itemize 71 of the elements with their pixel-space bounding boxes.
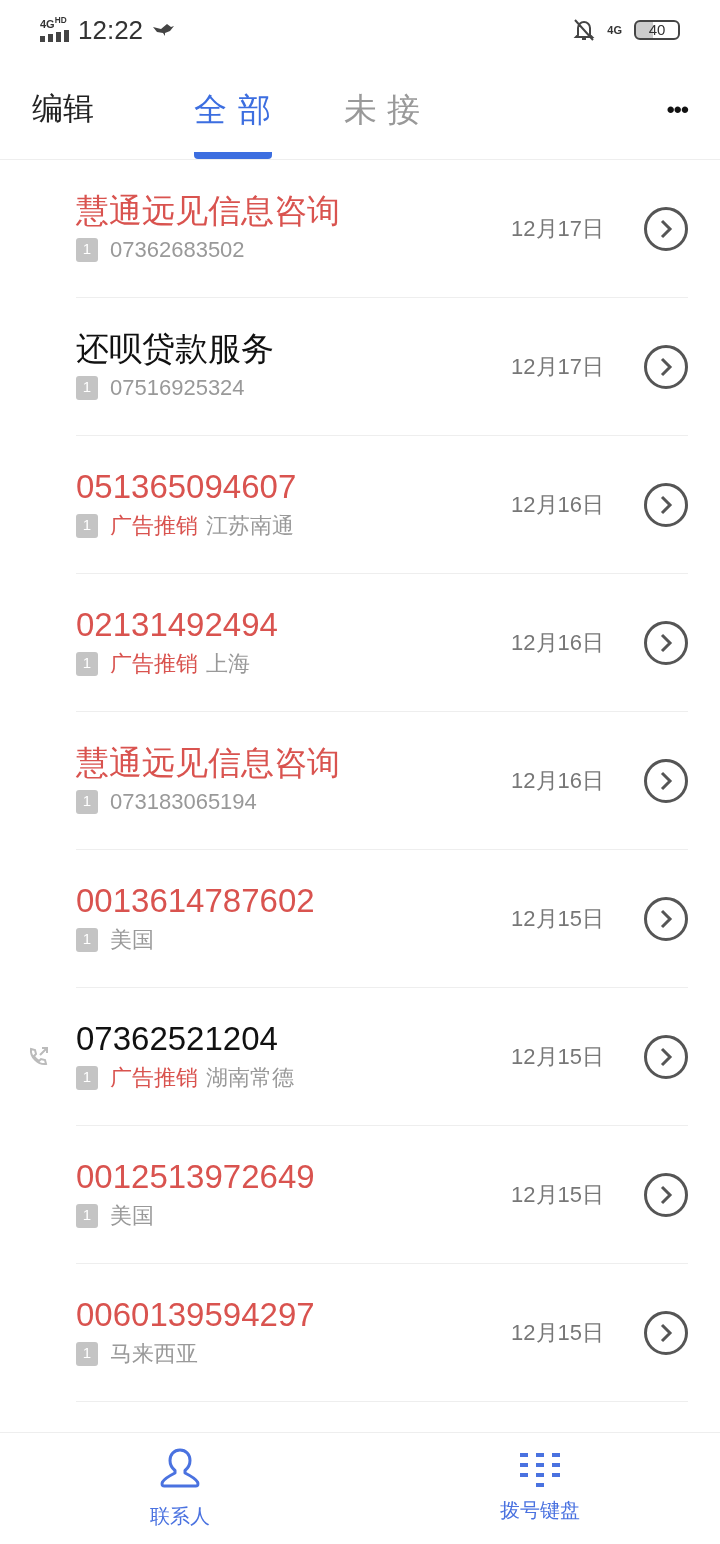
call-date: 12月17日 <box>511 215 604 243</box>
call-detail: 07362683502 <box>110 236 245 264</box>
bird-icon <box>151 23 176 37</box>
call-date: 12月15日 <box>511 1043 604 1071</box>
details-button[interactable] <box>644 758 688 803</box>
chevron-right-icon <box>659 632 673 653</box>
call-date: 12月16日 <box>511 629 604 657</box>
caller-name: 051365094607 <box>76 467 298 507</box>
caller-name: 慧通远见信息咨询 <box>76 743 341 783</box>
call-detail: 上海 <box>206 650 250 678</box>
sim-badge: 1 <box>76 927 98 952</box>
dialpad-icon <box>520 1452 560 1487</box>
spam-tag: 广告推销 <box>110 647 198 680</box>
network-label: 4G$^{HD}$ <box>40 18 67 30</box>
caller-name: 07362521204 <box>76 1019 279 1059</box>
call-date: 12月15日 <box>511 1319 604 1347</box>
call-detail: 江苏南通 <box>206 512 294 540</box>
tab[interactable]: 全 部 <box>194 60 272 159</box>
sim-badge: 1 <box>76 789 98 814</box>
call-date: 12月16日 <box>511 767 604 795</box>
chevron-right-icon <box>659 1322 673 1343</box>
sim-badge: 1 <box>76 651 98 676</box>
call-detail: 美国 <box>110 926 154 954</box>
chevron-right-icon <box>659 908 673 929</box>
details-button[interactable] <box>644 1172 688 1217</box>
details-button[interactable] <box>644 1034 688 1079</box>
caller-name: 0012513972649 <box>76 1157 316 1197</box>
call-detail: 073183065194 <box>110 788 257 816</box>
clock: 12:22 <box>78 13 144 47</box>
spam-tag: 广告推销 <box>110 1061 198 1094</box>
edit-button[interactable]: 编辑 <box>32 86 94 133</box>
sim-badge: 1 <box>76 1065 98 1090</box>
sim-badge: 1 <box>76 1341 98 1366</box>
chevron-right-icon <box>659 356 673 377</box>
chevron-right-icon <box>659 494 673 515</box>
call-date: 12月15日 <box>511 905 604 933</box>
caller-name: 0060139594297 <box>76 1295 316 1335</box>
call-detail: 美国 <box>110 1202 154 1230</box>
call-detail: 07516925324 <box>110 374 245 402</box>
chevron-right-icon <box>659 770 673 791</box>
signal-icon <box>40 29 70 42</box>
caller-name: 02131492494 <box>76 605 279 645</box>
tab[interactable]: 未 接 <box>343 60 422 159</box>
details-button[interactable] <box>644 620 688 665</box>
call-date: 12月15日 <box>511 1181 604 1209</box>
call-date: 12月17日 <box>511 353 604 381</box>
details-button[interactable] <box>644 896 688 941</box>
more-button[interactable]: ••• <box>666 91 688 128</box>
caller-name: 慧通远见信息咨询 <box>76 191 341 231</box>
caller-name: 还呗贷款服务 <box>76 329 275 369</box>
chevron-right-icon <box>659 1046 673 1067</box>
spam-tag: 广告推销 <box>110 509 198 542</box>
sim-badge: 1 <box>76 513 98 538</box>
sim-badge: 1 <box>76 375 98 400</box>
details-button[interactable] <box>644 482 688 527</box>
call-detail: 马来西亚 <box>110 1340 198 1368</box>
caller-name: 0013614787602 <box>76 881 316 921</box>
sim-badge: 1 <box>76 1203 98 1228</box>
bell-off-icon <box>573 18 596 42</box>
nav-item[interactable]: 联系人 <box>90 1433 270 1544</box>
data-type-label: 4G <box>607 22 622 38</box>
chevron-right-icon <box>659 1184 673 1205</box>
details-button[interactable] <box>644 206 688 251</box>
details-button[interactable] <box>644 1310 688 1355</box>
nav-item[interactable]: 拨号键盘 <box>450 1433 630 1544</box>
details-button[interactable] <box>644 344 688 389</box>
call-date: 12月16日 <box>511 491 604 519</box>
battery-indicator: 40 <box>634 20 680 40</box>
chevron-right-icon <box>659 218 673 239</box>
sim-badge: 1 <box>76 237 98 262</box>
call-detail: 湖南常德 <box>206 1064 294 1092</box>
